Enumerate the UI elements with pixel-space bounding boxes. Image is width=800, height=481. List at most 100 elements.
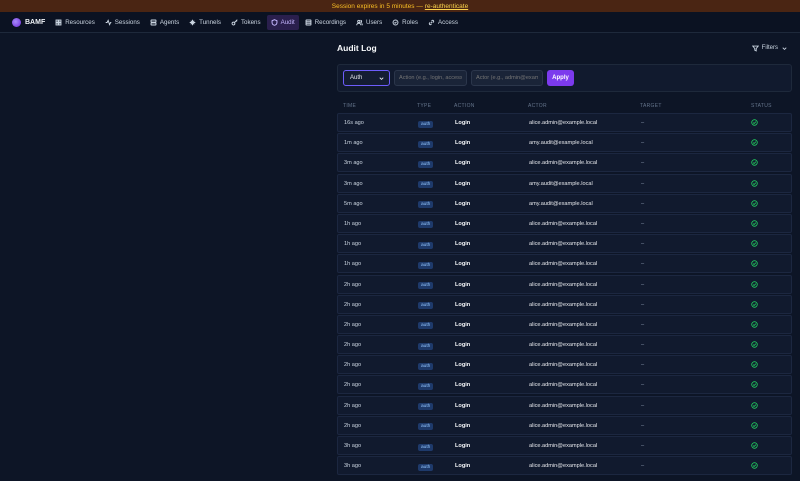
shield-icon bbox=[271, 18, 278, 26]
table-row[interactable]: 3m ago auth Login amy.audit@example.local – bbox=[337, 173, 792, 193]
brand[interactable]: BAMF bbox=[12, 17, 46, 27]
nav-item-label: Resources bbox=[65, 18, 95, 26]
link-icon bbox=[428, 19, 435, 26]
cell-actor: alice.admin@example.local bbox=[529, 443, 598, 449]
apply-button[interactable]: Apply bbox=[547, 70, 574, 86]
table-row[interactable]: 2h ago auth Login alice.admin@example.local… bbox=[337, 355, 792, 375]
table-row[interactable]: 2h ago auth Login alice.admin@example.local… bbox=[337, 395, 792, 415]
brand-logo-icon bbox=[12, 17, 21, 27]
table-row[interactable]: 3h ago auth Login alice.admin@example.local… bbox=[337, 456, 792, 476]
nav-item-recordings[interactable]: Recordings bbox=[301, 15, 350, 30]
cell-actor: alice.admin@example.local bbox=[529, 120, 598, 126]
cell-action: Login bbox=[455, 220, 471, 227]
table-row[interactable]: 2h ago auth Login alice.admin@example.local… bbox=[337, 294, 792, 314]
table-row[interactable]: 1m ago auth Login amy.audit@example.local – bbox=[337, 133, 792, 153]
nav-item-resources[interactable]: Resources bbox=[51, 15, 99, 30]
cell-target: – bbox=[641, 160, 645, 167]
cell-target: – bbox=[641, 180, 645, 187]
status-success-icon bbox=[751, 381, 759, 389]
status-success-icon bbox=[751, 119, 759, 127]
cell-target: – bbox=[641, 120, 645, 126]
type-badge: auth bbox=[418, 302, 434, 310]
nav-item-agents[interactable]: Agents bbox=[146, 15, 183, 30]
cell-time: 3m ago bbox=[344, 160, 363, 167]
cell-action: Login bbox=[455, 382, 471, 389]
status-success-icon bbox=[751, 220, 759, 228]
cell-action: Login bbox=[455, 301, 471, 308]
table-row[interactable]: 16s ago auth Login alice.admin@example.loca… bbox=[337, 113, 792, 132]
cell-target: – bbox=[641, 200, 645, 207]
cell-target: – bbox=[641, 140, 645, 147]
tunnel-icon bbox=[189, 19, 196, 26]
table-row[interactable]: 1h ago auth Login alice.admin@example.local… bbox=[337, 234, 792, 254]
cell-action: Login bbox=[455, 402, 471, 409]
column-action: ACTION bbox=[454, 103, 475, 109]
type-badge: auth bbox=[418, 221, 434, 229]
status-success-icon bbox=[751, 462, 759, 470]
table-row[interactable]: 2h ago auth Login alice.admin@example.local… bbox=[337, 335, 792, 355]
page-title: Audit Log bbox=[337, 43, 377, 53]
table-row[interactable]: 2h ago auth Login alice.admin@example.local… bbox=[337, 274, 792, 294]
status-success-icon bbox=[751, 300, 759, 309]
cell-target: – bbox=[641, 220, 645, 227]
cell-actor: alice.admin@example.local bbox=[529, 261, 598, 268]
nav-item-label: Tokens bbox=[240, 18, 261, 26]
cell-actor: alice.admin@example.local bbox=[529, 402, 598, 409]
type-select[interactable]: Auth bbox=[343, 70, 390, 86]
cell-target: – bbox=[641, 342, 645, 349]
cell-time: 2h ago bbox=[344, 362, 362, 369]
cell-actor: alice.admin@example.local bbox=[529, 301, 598, 308]
nav-item-label: Agents bbox=[159, 18, 180, 26]
filters-button[interactable]: Filters bbox=[751, 45, 788, 52]
column-time: TIME bbox=[343, 103, 357, 109]
main-content: Audit Log Filters Auth Apply TIME TYPE A… bbox=[337, 33, 792, 476]
cell-action: Login bbox=[455, 261, 471, 268]
reauthenticate-link[interactable]: re-authenticate bbox=[425, 3, 468, 10]
nav-item-users[interactable]: Users bbox=[352, 15, 386, 30]
status-success-icon bbox=[751, 422, 759, 430]
cell-target: – bbox=[641, 402, 645, 409]
nav-item-sessions[interactable]: Sessions bbox=[101, 15, 144, 30]
cell-actor: alice.admin@example.local bbox=[529, 342, 598, 349]
type-badge: auth bbox=[418, 181, 434, 189]
nav-item-tokens[interactable]: Tokens bbox=[227, 15, 265, 30]
actor-filter-input[interactable] bbox=[471, 70, 543, 86]
action-filter-input[interactable] bbox=[394, 70, 467, 86]
cell-actor: alice.admin@example.local bbox=[529, 463, 598, 470]
cell-action: Login bbox=[455, 443, 471, 449]
nav-item-tunnels[interactable]: Tunnels bbox=[185, 15, 225, 30]
nav-item-access[interactable]: Access bbox=[424, 15, 462, 30]
type-badge: auth bbox=[418, 282, 434, 289]
type-badge: auth bbox=[418, 382, 434, 390]
nav-item-roles[interactable]: Roles bbox=[388, 15, 422, 30]
table-row[interactable]: 1h ago auth Login alice.admin@example.local… bbox=[337, 254, 792, 274]
session-expiry-banner: Session expires in 5 minutes — re-authen… bbox=[0, 0, 800, 12]
table-row[interactable]: 3h ago auth Login alice.admin@example.local… bbox=[337, 436, 792, 455]
cell-actor: amy.audit@example.local bbox=[529, 140, 593, 147]
table-row[interactable]: 2h ago auth Login alice.admin@example.local… bbox=[337, 415, 792, 435]
cell-actor: alice.admin@example.local bbox=[529, 281, 598, 288]
table-header: TIME TYPE ACTION ACTOR TARGET STATUS bbox=[337, 101, 792, 111]
type-badge: auth bbox=[418, 140, 434, 148]
cell-actor: alice.admin@example.local bbox=[529, 160, 598, 167]
table-row[interactable]: 3m ago auth Login alice.admin@example.local… bbox=[337, 153, 792, 173]
nav-item-label: Users bbox=[366, 18, 383, 26]
cell-target: – bbox=[641, 321, 645, 328]
table-row[interactable]: 2h ago auth Login alice.admin@example.local… bbox=[337, 314, 792, 334]
nav-item-label: Tunnels bbox=[199, 18, 221, 26]
cell-action: Login bbox=[455, 422, 471, 429]
cell-time: 1h ago bbox=[344, 261, 362, 268]
cell-action: Login bbox=[455, 321, 471, 328]
table-row[interactable]: 5m ago auth Login amy.audit@example.local – bbox=[337, 193, 792, 213]
cell-target: – bbox=[641, 301, 645, 308]
nav-item-audit[interactable]: Audit bbox=[266, 14, 299, 30]
table-row[interactable]: 1h ago auth Login alice.admin@example.local… bbox=[337, 213, 792, 233]
type-badge: auth bbox=[418, 443, 434, 451]
roles-icon bbox=[392, 19, 399, 26]
cell-time: 1h ago bbox=[344, 241, 362, 248]
key-icon bbox=[231, 18, 238, 26]
cell-action: Login bbox=[455, 362, 471, 369]
table-row[interactable]: 2h ago auth Login alice.admin@example.local… bbox=[337, 375, 792, 395]
cell-time: 3h ago bbox=[344, 463, 362, 470]
brand-name: BAMF bbox=[25, 18, 46, 26]
